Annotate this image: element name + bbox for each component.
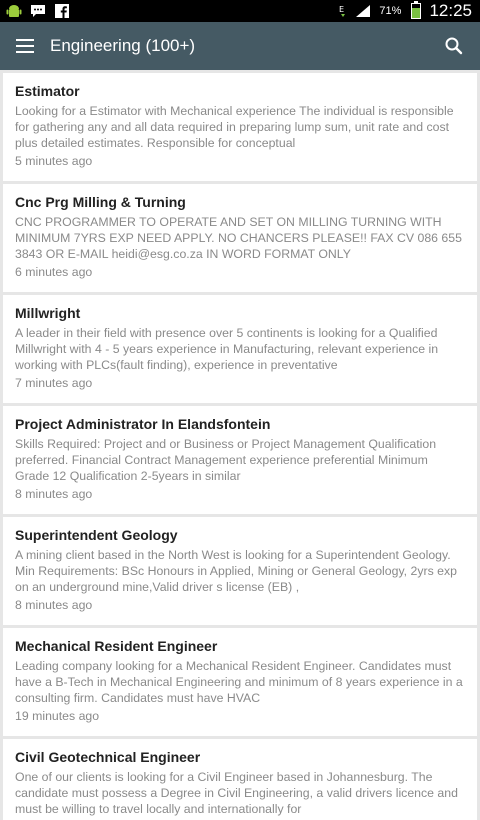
job-posted-time: 7 minutes ago (15, 376, 93, 390)
network-type-label: E (339, 5, 344, 14)
status-bar: E 71% 12:25 (0, 0, 480, 22)
data-network-icon: E (339, 5, 346, 17)
clock: 12:25 (429, 1, 472, 20)
job-card[interactable]: Superintendent Geology A mining client b… (3, 517, 477, 625)
job-card[interactable]: Cnc Prg Milling & Turning CNC PROGRAMMER… (3, 184, 477, 292)
job-title: Civil Geotechnical Engineer (15, 749, 201, 765)
app-bar: Engineering (100+) (0, 22, 480, 70)
job-posted-time: 8 minutes ago (15, 487, 93, 501)
job-posted-time: 6 minutes ago (15, 265, 93, 279)
job-title: Estimator (15, 83, 80, 99)
job-title: Mechanical Resident Engineer (15, 638, 218, 654)
job-title: Project Administrator In Elandsfontein (15, 416, 271, 432)
job-description: CNC PROGRAMMER TO OPERATE AND SET ON MIL… (15, 215, 462, 261)
job-posted-time: 19 minutes ago (15, 709, 100, 723)
chat-icon (31, 5, 45, 17)
signal-icon (356, 5, 371, 17)
job-description: Looking for a Estimator with Mechanical … (15, 104, 454, 150)
job-description: A leader in their field with presence ov… (15, 326, 439, 372)
battery-fill (412, 8, 421, 18)
android-icon (6, 5, 22, 17)
job-card[interactable]: Mechanical Resident Engineer Leading com… (3, 628, 477, 736)
job-description: Leading company looking for a Mechanical… (15, 659, 463, 705)
job-description: One of our clients is looking for a Civi… (15, 770, 458, 816)
job-description: Skills Required: Project and or Business… (15, 437, 437, 483)
job-list[interactable]: Estimator Looking for a Estimator with M… (0, 70, 480, 820)
page-title: Engineering (100+) (50, 36, 196, 55)
facebook-icon (55, 4, 69, 18)
job-card[interactable]: Estimator Looking for a Estimator with M… (3, 73, 477, 181)
job-title: Superintendent Geology (15, 527, 178, 543)
job-description: A mining client based in the North West … (15, 548, 457, 594)
job-card[interactable]: Millwright A leader in their field with … (3, 295, 477, 403)
battery-percent: 71% (379, 5, 402, 17)
job-title: Millwright (15, 305, 81, 321)
menu-icon[interactable] (16, 39, 34, 53)
job-card[interactable]: Project Administrator In Elandsfontein S… (3, 406, 477, 514)
search-icon[interactable] (444, 36, 464, 56)
job-posted-time: 5 minutes ago (15, 154, 93, 168)
job-title: Cnc Prg Milling & Turning (15, 194, 186, 210)
job-card[interactable]: Civil Geotechnical Engineer One of our c… (3, 739, 477, 820)
job-posted-time: 8 minutes ago (15, 598, 93, 612)
status-bar-right: E 71% 12:25 (339, 1, 472, 21)
status-bar-left (6, 4, 70, 18)
battery-icon (411, 1, 422, 19)
